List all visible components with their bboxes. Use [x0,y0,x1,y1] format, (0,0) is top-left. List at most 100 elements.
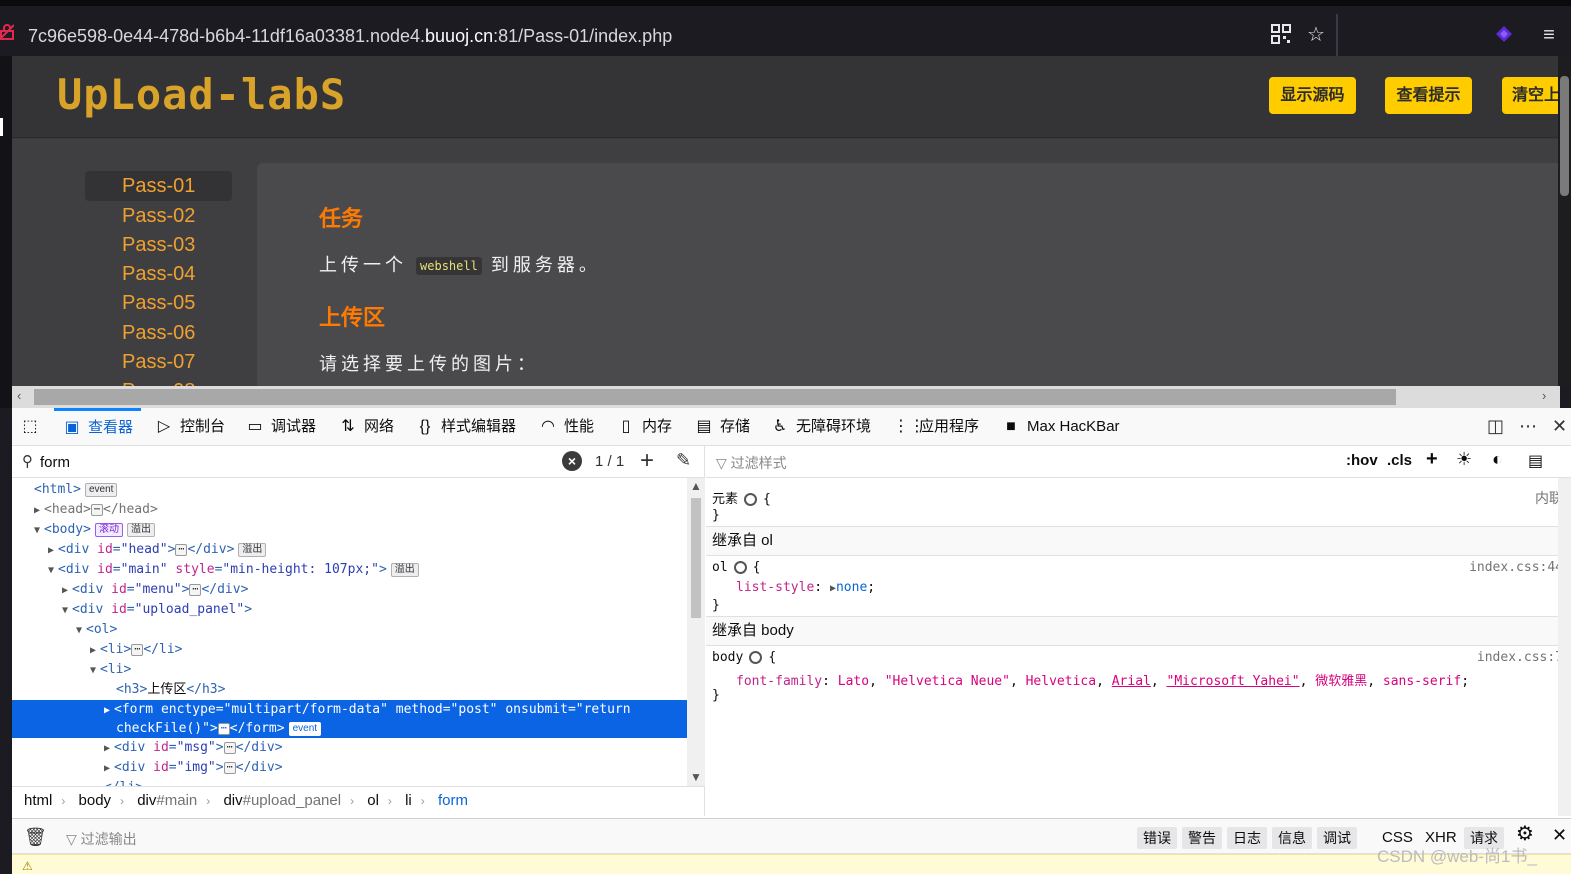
insecure-lock-icon[interactable] [0,24,14,40]
site-logo[interactable]: UpLoad-labS [57,70,346,119]
tree-node-li[interactable]: ▶ <li> ⋯ </li> [12,640,687,660]
overflow-badge[interactable]: 溢出 [390,562,419,577]
page-horizontal-scrollbar[interactable]: ‹ › [12,386,1560,408]
clear-search-icon[interactable]: × [562,451,582,471]
breadcrumb-li[interactable]: li [405,792,412,809]
tab-style-editor[interactable]: {} 样式编辑器 [415,408,516,446]
filter-output-field[interactable]: ▽ 过滤输出 [66,829,137,849]
event-badge[interactable]: event [84,482,118,497]
page-vertical-scrollbar[interactable] [1558,56,1571,388]
class-toggle-button[interactable]: .cls [1387,452,1412,469]
scroll-thumb[interactable] [34,389,1396,405]
expand-icon[interactable]: ▶ [48,541,58,561]
tab-inspector[interactable]: ▣ 查看器 [54,408,142,446]
qr-code-icon[interactable] [1270,24,1292,46]
scroll-badge[interactable]: 滚动 [94,522,123,537]
filter-errors-button[interactable]: 错误 [1137,827,1177,849]
more-options-icon[interactable]: ⋯ [1519,416,1537,437]
add-node-icon[interactable]: + [640,447,654,475]
scroll-down-icon[interactable]: ▼ [690,770,702,784]
tree-node-li-open[interactable]: ▼ <li> [12,660,687,680]
body-font-family-decl[interactable]: font-family: Lato, "Helvetica Neue", Hel… [736,670,1469,689]
tab-console[interactable]: ▷ 控制台 [154,408,225,446]
scroll-up-icon[interactable]: ▲ [690,479,702,493]
markup-scrollbar[interactable]: ▲ ▼ [687,478,705,786]
tab-storage[interactable]: ▤ 存储 [694,408,750,446]
breadcrumb-body[interactable]: body [79,792,112,809]
breadcrumb-form[interactable]: form [438,792,468,809]
expand-icon[interactable]: ▶ [104,759,114,779]
menu-item-pass-02[interactable]: Pass-02 [85,201,232,231]
hover-states-button[interactable]: :hov [1346,452,1378,469]
breadcrumb-div-upload-panel[interactable]: div#upload_panel [223,792,341,809]
trash-icon[interactable]: 🗑 [24,827,47,848]
scroll-thumb[interactable] [691,498,701,618]
bookmark-star-icon[interactable]: ☆ [1305,24,1327,46]
menu-item-pass-04[interactable]: Pass-04 [85,259,232,289]
close-devtools-icon[interactable]: ✕ [1552,416,1567,437]
tab-application[interactable]: ⋮⋮应用程序 [893,408,979,446]
filter-logs-button[interactable]: 日志 [1227,827,1267,849]
print-media-icon[interactable]: ▤ [1528,451,1543,471]
expand-icon[interactable]: ▶ [104,739,114,759]
eyedropper-icon[interactable]: ✎ [676,450,691,471]
address-field[interactable]: 7c96e598-0e44-478d-b6b4-11df16a03381.nod… [28,26,672,47]
rule-gear-icon[interactable] [749,651,763,664]
dark-theme-icon[interactable]: ◐ [1492,449,1503,470]
collapse-icon[interactable]: ▼ [62,601,72,621]
extension-icon[interactable] [1493,24,1515,46]
filter-warnings-button[interactable]: 警告 [1182,827,1222,849]
event-badge[interactable]: event [288,721,322,736]
hamburger-menu-icon[interactable]: ≡ [1538,24,1560,46]
show-hint-button[interactable]: 查看提示 [1385,77,1472,114]
ol-list-style-decl[interactable]: list-style: ▶none; [736,580,875,595]
collapse-icon[interactable]: ▼ [90,661,100,681]
body-source-link[interactable]: index.css:7 [1477,650,1563,665]
show-source-button[interactable]: 显示源码 [1269,77,1356,114]
overflow-badge[interactable]: 溢出 [238,542,267,557]
menu-item-pass-06[interactable]: Pass-06 [85,318,232,348]
clear-upload-button[interactable]: 清空上 [1502,77,1560,114]
tree-node-html[interactable]: <html> event [12,480,687,500]
tab-hackbar[interactable]: ■ Max HacKBar [1001,408,1119,446]
tree-node-h3[interactable]: <h3>上传区</h3> [12,680,687,700]
rule-gear-icon[interactable] [733,561,747,574]
ol-source-link[interactable]: index.css:44 [1469,560,1563,575]
body-selector[interactable]: body [712,650,743,665]
menu-item-pass-07[interactable]: Pass-07 [85,347,232,377]
scroll-right-icon[interactable]: › [1542,388,1546,403]
overflow-badge[interactable]: 溢出 [126,522,155,537]
collapse-icon[interactable]: ▼ [76,621,86,641]
close-split-console-icon[interactable]: ✕ [1552,824,1567,846]
tree-node-div-menu[interactable]: ▶ <div id="menu"> ⋯ </div> [12,580,687,600]
tab-performance[interactable]: ◠ 性能 [538,408,594,446]
tab-network[interactable]: ⇅ 网络 [338,408,394,446]
expand-icon[interactable]: ▶ [34,501,44,521]
menu-item-pass-03[interactable]: Pass-03 [85,230,232,260]
tree-node-div-main[interactable]: ▼ <div id="main" style="min-height: 107px… [12,560,687,580]
tab-accessibility[interactable]: ♿ 无障碍环境 [770,408,871,446]
tab-memory[interactable]: ▯ 内存 [616,408,672,446]
breadcrumb-html[interactable]: html [24,792,52,809]
add-rule-icon[interactable]: + [1426,448,1438,471]
expand-icon[interactable]: ▶ [90,641,100,661]
menu-item-pass-01[interactable]: Pass-01 [85,171,232,201]
dock-icon[interactable]: ◫ [1487,416,1504,437]
collapse-icon[interactable]: ▼ [34,521,44,541]
tree-node-form-selected[interactable]: ▶ <form enctype="multipart/form-data" met… [12,700,687,738]
tree-node-div-img[interactable]: ▶ <div id="img"> ⋯ </div> [12,758,687,778]
tree-node-ol[interactable]: ▼ <ol> [12,620,687,640]
scroll-left-icon[interactable]: ‹ [17,388,21,403]
light-theme-icon[interactable]: ☀ [1456,449,1472,470]
tree-node-body[interactable]: ▼ <body> 滚动 溢出 [12,520,687,540]
scroll-thumb[interactable] [1560,76,1569,196]
tab-debugger[interactable]: ▭ 调试器 [245,408,316,446]
tree-node-div-head[interactable]: ▶ <div id="head"> ⋯ </div> 溢出 [12,540,687,560]
ol-selector[interactable]: ol [712,560,728,575]
tree-node-div-msg[interactable]: ▶ <div id="msg"> ⋯ </div> [12,738,687,758]
tree-node-head[interactable]: ▶ <head> ⋯ </head> [12,500,687,520]
filter-styles-field[interactable]: ▽ 过滤样式 [716,453,787,473]
rule-gear-icon[interactable] [744,493,758,506]
filter-info-button[interactable]: 信息 [1272,827,1312,849]
expand-icon[interactable]: ▶ [62,581,72,601]
